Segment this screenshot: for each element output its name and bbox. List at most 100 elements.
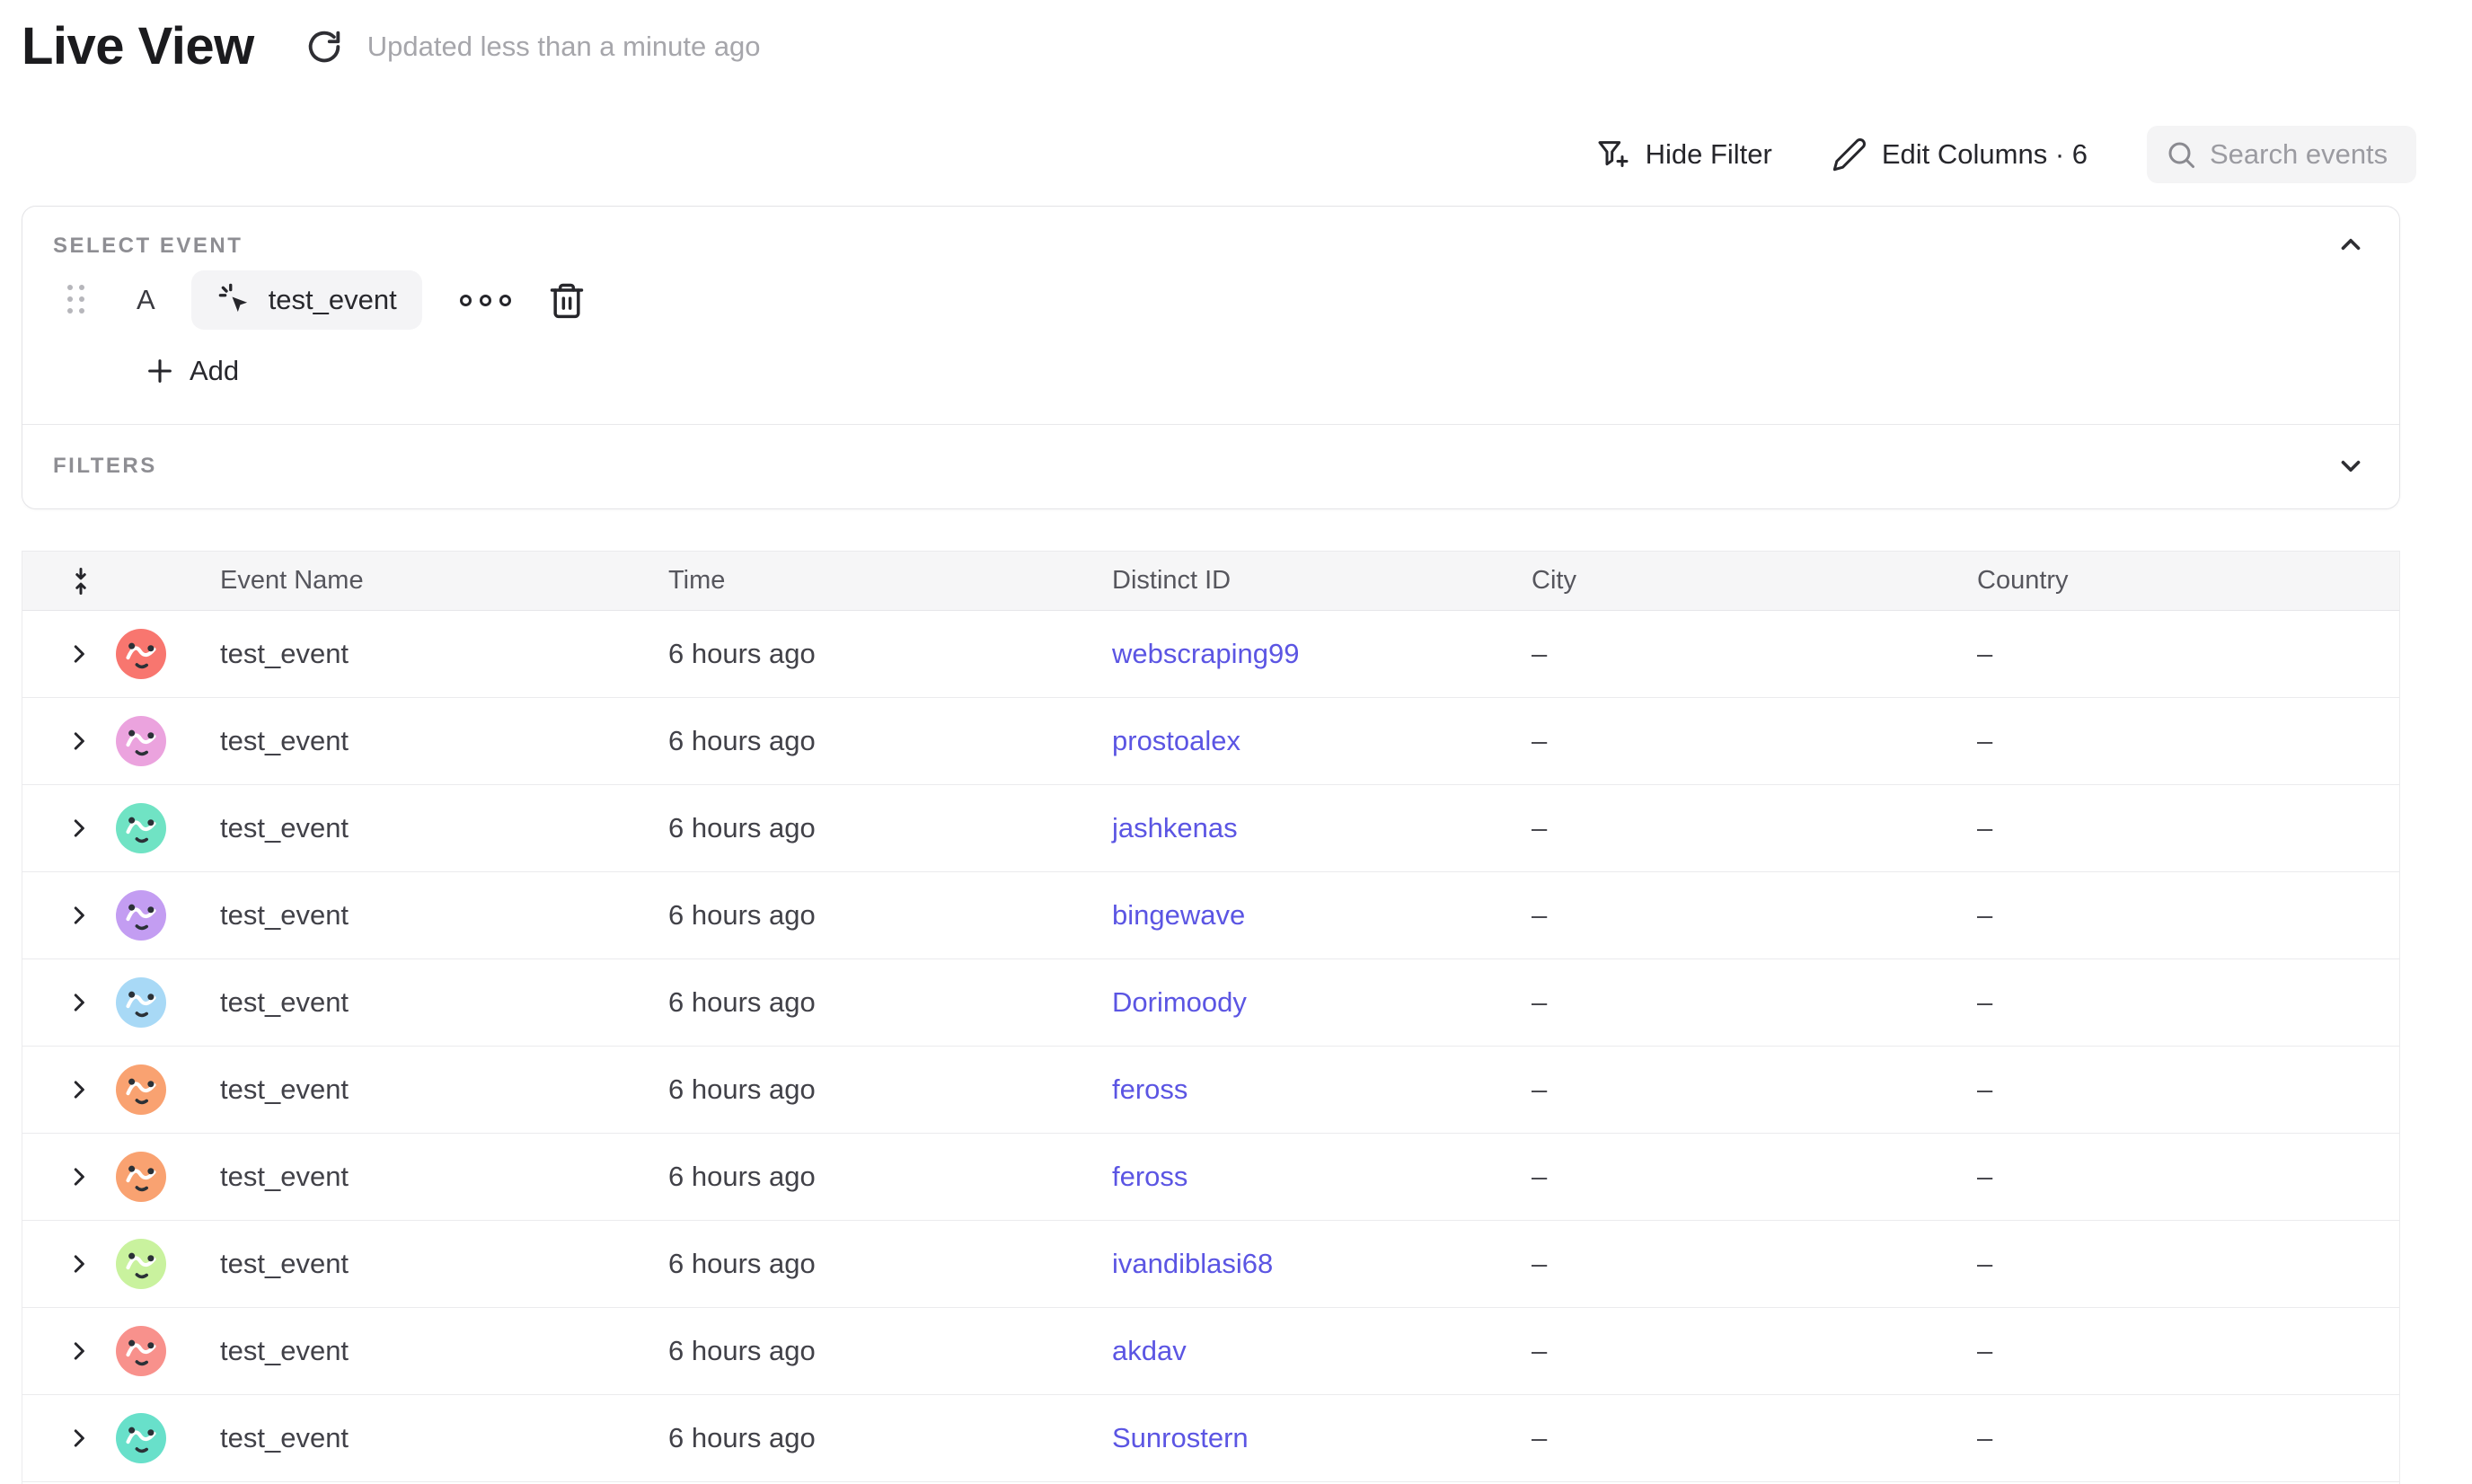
column-header-event-name[interactable]: Event Name xyxy=(220,566,668,596)
select-event-section: SELECT EVENT A test_event Add xyxy=(22,207,2399,424)
distinct-id-link[interactable]: akdav xyxy=(1112,1335,1187,1366)
cell-country: – xyxy=(1977,638,2399,670)
event-selector-chip[interactable]: test_event xyxy=(191,270,422,330)
query-builder-panel: SELECT EVENT A test_event Add FILTERS xyxy=(22,206,2400,509)
hide-filter-label: Hide Filter xyxy=(1646,138,1772,171)
search-events-input[interactable] xyxy=(2210,138,2416,171)
delete-event-button[interactable] xyxy=(547,280,587,320)
distinct-id-link[interactable]: webscraping99 xyxy=(1112,638,1300,669)
user-avatar xyxy=(116,890,166,941)
event-click-icon xyxy=(216,281,254,319)
column-header-city[interactable]: City xyxy=(1532,566,1977,596)
expand-row-chevron-icon[interactable] xyxy=(66,1076,93,1103)
user-avatar xyxy=(116,803,166,853)
table-body: test_event 6 hours ago webscraping99 – –… xyxy=(22,611,2399,1482)
distinct-id-link[interactable]: feross xyxy=(1112,1073,1187,1105)
cell-time: 6 hours ago xyxy=(668,812,1112,844)
table-row: test_event 6 hours ago webscraping99 – – xyxy=(22,611,2399,698)
cell-time: 6 hours ago xyxy=(668,1248,1112,1280)
expand-row-chevron-icon[interactable] xyxy=(66,1425,93,1452)
expand-row-chevron-icon[interactable] xyxy=(66,640,93,667)
filter-icon xyxy=(1595,137,1631,172)
cell-country: – xyxy=(1977,1248,2399,1280)
expand-row-chevron-icon[interactable] xyxy=(66,1338,93,1365)
user-avatar xyxy=(116,977,166,1028)
user-avatar xyxy=(116,1413,166,1463)
distinct-id-link[interactable]: feross xyxy=(1112,1161,1187,1192)
user-avatar xyxy=(116,1152,166,1202)
add-button-label: Add xyxy=(190,355,239,387)
cell-city: – xyxy=(1532,1422,1977,1454)
cell-country: – xyxy=(1977,899,2399,932)
search-icon xyxy=(2165,138,2197,171)
cell-time: 6 hours ago xyxy=(668,1422,1112,1454)
expand-row-chevron-icon[interactable] xyxy=(66,1250,93,1277)
edit-columns-button[interactable]: Edit Columns · 6 xyxy=(1832,137,2088,172)
column-header-time[interactable]: Time xyxy=(668,566,1112,596)
expand-row-chevron-icon[interactable] xyxy=(66,728,93,755)
column-header-distinct-id[interactable]: Distinct ID xyxy=(1112,566,1532,596)
add-event-button[interactable]: Add xyxy=(132,346,252,396)
column-header-country[interactable]: Country xyxy=(1977,566,2399,596)
live-events-table: Event Name Time Distinct ID City Country… xyxy=(22,551,2400,1484)
distinct-id-link[interactable]: prostoalex xyxy=(1112,725,1240,756)
toolbar: Hide Filter Edit Columns · 6 xyxy=(1595,126,2416,183)
plus-icon xyxy=(145,356,175,386)
user-avatar xyxy=(116,1326,166,1376)
expand-row-chevron-icon[interactable] xyxy=(66,902,93,929)
cell-country: – xyxy=(1977,1161,2399,1193)
page-title: Live View xyxy=(22,16,254,76)
cell-country: – xyxy=(1977,1073,2399,1106)
cell-time: 6 hours ago xyxy=(668,638,1112,670)
event-more-options-button[interactable] xyxy=(451,286,520,315)
hide-filter-button[interactable]: Hide Filter xyxy=(1595,137,1772,172)
expand-row-chevron-icon[interactable] xyxy=(66,815,93,842)
cell-event-name: test_event xyxy=(220,638,668,670)
table-row: test_event 6 hours ago ivandiblasi68 – – xyxy=(22,1221,2399,1308)
cell-time: 6 hours ago xyxy=(668,1073,1112,1106)
expand-row-chevron-icon[interactable] xyxy=(66,989,93,1016)
search-events-box[interactable] xyxy=(2147,126,2416,183)
cell-country: – xyxy=(1977,725,2399,757)
cell-time: 6 hours ago xyxy=(668,1335,1112,1367)
cell-event-name: test_event xyxy=(220,899,668,932)
cell-country: – xyxy=(1977,986,2399,1019)
pencil-icon xyxy=(1832,137,1867,172)
updated-status: Updated less than a minute ago xyxy=(367,31,761,63)
refresh-button[interactable] xyxy=(303,25,346,68)
filters-section[interactable]: FILTERS xyxy=(22,425,2399,509)
table-row: test_event 6 hours ago feross – – xyxy=(22,1047,2399,1134)
table-row: test_event 6 hours ago jashkenas – – xyxy=(22,785,2399,872)
collapse-section-button[interactable] xyxy=(2333,226,2369,262)
drag-handle[interactable] xyxy=(67,285,86,315)
cell-event-name: test_event xyxy=(220,986,668,1019)
select-event-label: SELECT EVENT xyxy=(53,234,243,259)
table-header-row: Event Name Time Distinct ID City Country xyxy=(22,551,2399,611)
table-row: test_event 6 hours ago akdav – – xyxy=(22,1308,2399,1395)
cell-city: – xyxy=(1532,1248,1977,1280)
cell-city: – xyxy=(1532,638,1977,670)
table-row: test_event 6 hours ago bingewave – – xyxy=(22,872,2399,959)
table-row: test_event 6 hours ago Sunrostern – – xyxy=(22,1395,2399,1482)
distinct-id-link[interactable]: bingewave xyxy=(1112,899,1245,931)
cell-time: 6 hours ago xyxy=(668,986,1112,1019)
event-clause-row: A test_event xyxy=(67,270,587,330)
cell-city: – xyxy=(1532,725,1977,757)
cell-country: – xyxy=(1977,812,2399,844)
user-avatar xyxy=(116,629,166,679)
cell-city: – xyxy=(1532,1073,1977,1106)
collapse-rows-icon[interactable] xyxy=(66,566,96,596)
expand-filters-button[interactable] xyxy=(2333,448,2369,484)
distinct-id-link[interactable]: Dorimoody xyxy=(1112,986,1247,1018)
cell-event-name: test_event xyxy=(220,1248,668,1280)
cell-city: – xyxy=(1532,986,1977,1019)
distinct-id-link[interactable]: jashkenas xyxy=(1112,812,1238,844)
cell-event-name: test_event xyxy=(220,725,668,757)
event-clause-letter: A xyxy=(137,284,155,316)
distinct-id-link[interactable]: Sunrostern xyxy=(1112,1422,1249,1453)
table-row: test_event 6 hours ago feross – – xyxy=(22,1134,2399,1221)
expand-row-chevron-icon[interactable] xyxy=(66,1163,93,1190)
cell-event-name: test_event xyxy=(220,1073,668,1106)
distinct-id-link[interactable]: ivandiblasi68 xyxy=(1112,1248,1273,1279)
cell-city: – xyxy=(1532,899,1977,932)
